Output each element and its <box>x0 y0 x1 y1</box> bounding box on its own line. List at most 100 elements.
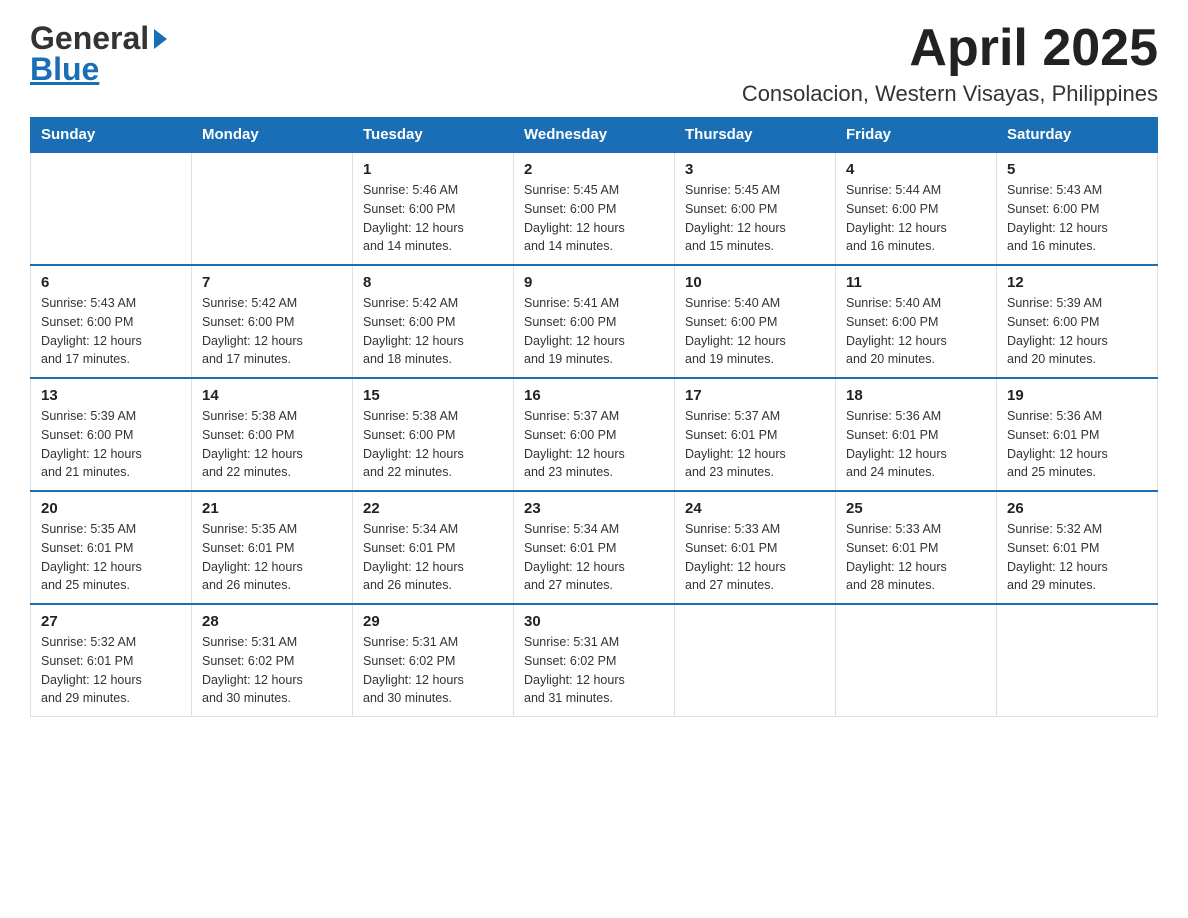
day-info: Sunrise: 5:44 AM Sunset: 6:00 PM Dayligh… <box>846 181 986 256</box>
calendar-header: SundayMondayTuesdayWednesdayThursdayFrid… <box>31 118 1158 153</box>
calendar-cell: 13 Sunrise: 5:39 AM Sunset: 6:00 PM Dayli… <box>31 378 192 491</box>
weekday-header-thursday: Thursday <box>675 118 836 153</box>
day-info: Sunrise: 5:42 AM Sunset: 6:00 PM Dayligh… <box>363 294 503 369</box>
calendar-cell: 14Sunrise: 5:38 AM Sunset: 6:00 PM Dayli… <box>192 378 353 491</box>
calendar-cell: 26 Sunrise: 5:32 AM Sunset: 6:01 PM Dayli… <box>997 491 1158 604</box>
weekday-header-row: SundayMondayTuesdayWednesdayThursdayFrid… <box>31 118 1158 153</box>
day-info: Sunrise: 5:32 AM Sunset: 6:01 PM Dayligh… <box>1007 520 1147 595</box>
weekday-header-saturday: Saturday <box>997 118 1158 153</box>
day-info: Sunrise: 5:33 AM Sunset: 6:01 PM Dayligh… <box>685 520 825 595</box>
day-number: 8 <box>363 274 503 291</box>
day-info: Sunrise: 5:42 AM Sunset: 6:00 PM Dayligh… <box>202 294 342 369</box>
calendar-cell: 2Sunrise: 5:45 AM Sunset: 6:00 PM Daylig… <box>514 152 675 265</box>
calendar-week-row: 13 Sunrise: 5:39 AM Sunset: 6:00 PM Dayli… <box>31 378 1158 491</box>
day-number: 5 <box>1007 161 1147 178</box>
calendar-cell: 29Sunrise: 5:31 AM Sunset: 6:02 PM Dayli… <box>353 604 514 717</box>
month-title: April 2025 <box>742 20 1158 77</box>
calendar-cell: 7 Sunrise: 5:42 AM Sunset: 6:00 PM Daylig… <box>192 265 353 378</box>
day-info: Sunrise: 5:36 AM Sunset: 6:01 PM Dayligh… <box>846 407 986 482</box>
day-number: 15 <box>363 387 503 404</box>
day-number: 3 <box>685 161 825 178</box>
day-info: Sunrise: 5:31 AM Sunset: 6:02 PM Dayligh… <box>524 633 664 708</box>
calendar-week-row: 6 Sunrise: 5:43 AM Sunset: 6:00 PM Daylig… <box>31 265 1158 378</box>
calendar-week-row: 1Sunrise: 5:46 AM Sunset: 6:00 PM Daylig… <box>31 152 1158 265</box>
calendar-cell: 15 Sunrise: 5:38 AM Sunset: 6:00 PM Dayli… <box>353 378 514 491</box>
day-info: Sunrise: 5:34 AM Sunset: 6:01 PM Dayligh… <box>524 520 664 595</box>
calendar-cell <box>192 152 353 265</box>
day-number: 13 <box>41 387 181 404</box>
day-info: Sunrise: 5:35 AM Sunset: 6:01 PM Dayligh… <box>41 520 181 595</box>
calendar-cell: 19 Sunrise: 5:36 AM Sunset: 6:01 PM Dayli… <box>997 378 1158 491</box>
calendar-table: SundayMondayTuesdayWednesdayThursdayFrid… <box>30 117 1158 717</box>
calendar-cell: 30Sunrise: 5:31 AM Sunset: 6:02 PM Dayli… <box>514 604 675 717</box>
calendar-cell: 23Sunrise: 5:34 AM Sunset: 6:01 PM Dayli… <box>514 491 675 604</box>
calendar-cell: 10 Sunrise: 5:40 AM Sunset: 6:00 PM Dayli… <box>675 265 836 378</box>
logo-blue-text: Blue <box>30 51 99 88</box>
day-info: Sunrise: 5:43 AM Sunset: 6:00 PM Dayligh… <box>41 294 181 369</box>
calendar-cell: 11 Sunrise: 5:40 AM Sunset: 6:00 PM Dayli… <box>836 265 997 378</box>
day-number: 20 <box>41 500 181 517</box>
calendar-cell: 6 Sunrise: 5:43 AM Sunset: 6:00 PM Daylig… <box>31 265 192 378</box>
day-info: Sunrise: 5:40 AM Sunset: 6:00 PM Dayligh… <box>846 294 986 369</box>
logo-icon-area <box>152 29 167 49</box>
weekday-header-monday: Monday <box>192 118 353 153</box>
day-number: 16 <box>524 387 664 404</box>
day-number: 9 <box>524 274 664 291</box>
day-number: 2 <box>524 161 664 178</box>
calendar-cell: 1Sunrise: 5:46 AM Sunset: 6:00 PM Daylig… <box>353 152 514 265</box>
day-info: Sunrise: 5:41 AM Sunset: 6:00 PM Dayligh… <box>524 294 664 369</box>
day-info: Sunrise: 5:33 AM Sunset: 6:01 PM Dayligh… <box>846 520 986 595</box>
day-number: 1 <box>363 161 503 178</box>
day-info: Sunrise: 5:34 AM Sunset: 6:01 PM Dayligh… <box>363 520 503 595</box>
logo: General Blue <box>30 20 167 88</box>
calendar-cell <box>31 152 192 265</box>
day-info: Sunrise: 5:38 AM Sunset: 6:00 PM Dayligh… <box>202 407 342 482</box>
calendar-cell: 27 Sunrise: 5:32 AM Sunset: 6:01 PM Dayli… <box>31 604 192 717</box>
day-number: 19 <box>1007 387 1147 404</box>
day-number: 17 <box>685 387 825 404</box>
day-info: Sunrise: 5:39 AM Sunset: 6:00 PM Dayligh… <box>41 407 181 482</box>
calendar-body: 1Sunrise: 5:46 AM Sunset: 6:00 PM Daylig… <box>31 152 1158 717</box>
calendar-cell: 21 Sunrise: 5:35 AM Sunset: 6:01 PM Dayli… <box>192 491 353 604</box>
calendar-cell <box>997 604 1158 717</box>
calendar-cell <box>836 604 997 717</box>
day-number: 4 <box>846 161 986 178</box>
calendar-cell: 12Sunrise: 5:39 AM Sunset: 6:00 PM Dayli… <box>997 265 1158 378</box>
page-header: General Blue April 2025 Consolacion, Wes… <box>30 20 1158 107</box>
day-number: 22 <box>363 500 503 517</box>
day-number: 21 <box>202 500 342 517</box>
day-number: 18 <box>846 387 986 404</box>
day-info: Sunrise: 5:45 AM Sunset: 6:00 PM Dayligh… <box>685 181 825 256</box>
calendar-cell: 28 Sunrise: 5:31 AM Sunset: 6:02 PM Dayli… <box>192 604 353 717</box>
calendar-week-row: 27 Sunrise: 5:32 AM Sunset: 6:01 PM Dayli… <box>31 604 1158 717</box>
day-number: 27 <box>41 613 181 630</box>
calendar-cell: 25 Sunrise: 5:33 AM Sunset: 6:01 PM Dayli… <box>836 491 997 604</box>
day-info: Sunrise: 5:37 AM Sunset: 6:00 PM Dayligh… <box>524 407 664 482</box>
calendar-week-row: 20 Sunrise: 5:35 AM Sunset: 6:01 PM Dayli… <box>31 491 1158 604</box>
day-number: 7 <box>202 274 342 291</box>
day-info: Sunrise: 5:38 AM Sunset: 6:00 PM Dayligh… <box>363 407 503 482</box>
day-number: 6 <box>41 274 181 291</box>
logo-icon-row1 <box>152 29 167 49</box>
calendar-cell: 5Sunrise: 5:43 AM Sunset: 6:00 PM Daylig… <box>997 152 1158 265</box>
day-number: 24 <box>685 500 825 517</box>
calendar-cell: 22 Sunrise: 5:34 AM Sunset: 6:01 PM Dayli… <box>353 491 514 604</box>
day-number: 12 <box>1007 274 1147 291</box>
weekday-header-tuesday: Tuesday <box>353 118 514 153</box>
calendar-cell <box>675 604 836 717</box>
day-info: Sunrise: 5:31 AM Sunset: 6:02 PM Dayligh… <box>202 633 342 708</box>
day-number: 25 <box>846 500 986 517</box>
day-info: Sunrise: 5:37 AM Sunset: 6:01 PM Dayligh… <box>685 407 825 482</box>
day-info: Sunrise: 5:35 AM Sunset: 6:01 PM Dayligh… <box>202 520 342 595</box>
day-number: 11 <box>846 274 986 291</box>
calendar-cell: 8 Sunrise: 5:42 AM Sunset: 6:00 PM Daylig… <box>353 265 514 378</box>
day-info: Sunrise: 5:36 AM Sunset: 6:01 PM Dayligh… <box>1007 407 1147 482</box>
day-number: 10 <box>685 274 825 291</box>
day-info: Sunrise: 5:40 AM Sunset: 6:00 PM Dayligh… <box>685 294 825 369</box>
location-subtitle: Consolacion, Western Visayas, Philippine… <box>742 81 1158 107</box>
day-number: 28 <box>202 613 342 630</box>
weekday-header-friday: Friday <box>836 118 997 153</box>
day-number: 29 <box>363 613 503 630</box>
day-info: Sunrise: 5:32 AM Sunset: 6:01 PM Dayligh… <box>41 633 181 708</box>
day-number: 26 <box>1007 500 1147 517</box>
